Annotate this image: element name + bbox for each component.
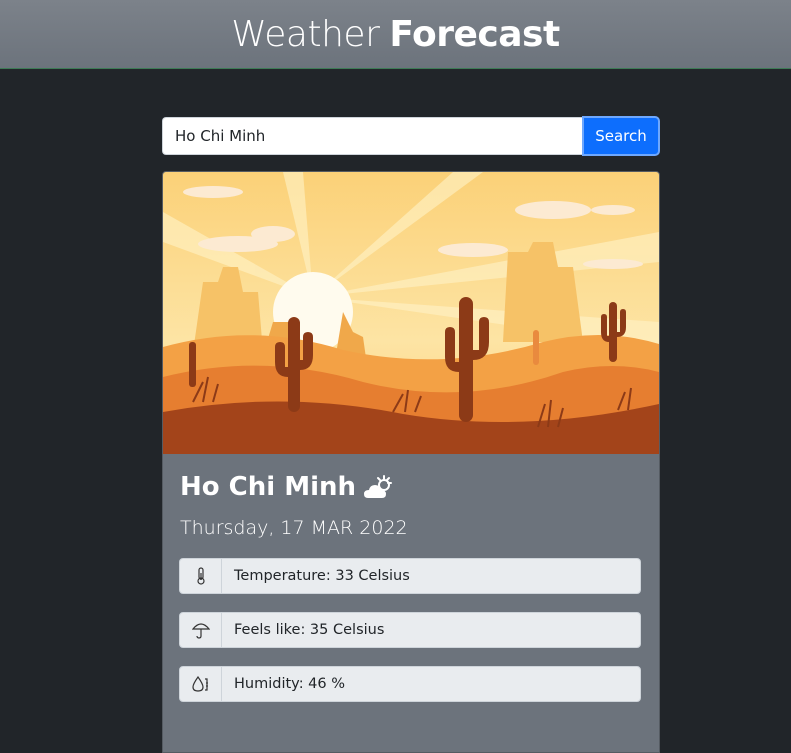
droplet-icon <box>180 667 222 701</box>
temperature-text: Temperature: 33 Celsius <box>234 568 410 584</box>
search-input[interactable] <box>162 117 582 155</box>
humidity-row: Humidity: 46 % <box>179 666 641 702</box>
umbrella-icon <box>180 613 222 647</box>
city-heading: Ho Chi Minh <box>180 472 394 502</box>
search-button[interactable]: Search <box>582 116 660 156</box>
date-text: Thursday, 17 MAR 2022 <box>180 517 408 539</box>
temperature-row: Temperature: 33 Celsius <box>179 558 641 594</box>
city-name: Ho Chi Minh <box>180 472 357 502</box>
search-form: Search <box>162 116 660 156</box>
weather-card: Ho Chi Minh Thursday, 17 MAR 2022 Temper… <box>162 171 660 753</box>
title-light: Weather <box>231 13 380 55</box>
thermometer-icon <box>180 559 222 593</box>
feels-like-row: Feels like: 35 Celsius <box>179 612 641 648</box>
partly-sunny-icon <box>364 475 393 498</box>
humidity-text: Humidity: 46 % <box>234 676 346 692</box>
app-header: Weather Forecast <box>0 0 791 69</box>
feels-like-text: Feels like: 35 Celsius <box>234 622 385 638</box>
title-bold: Forecast <box>389 13 560 55</box>
desert-illustration <box>163 172 659 454</box>
